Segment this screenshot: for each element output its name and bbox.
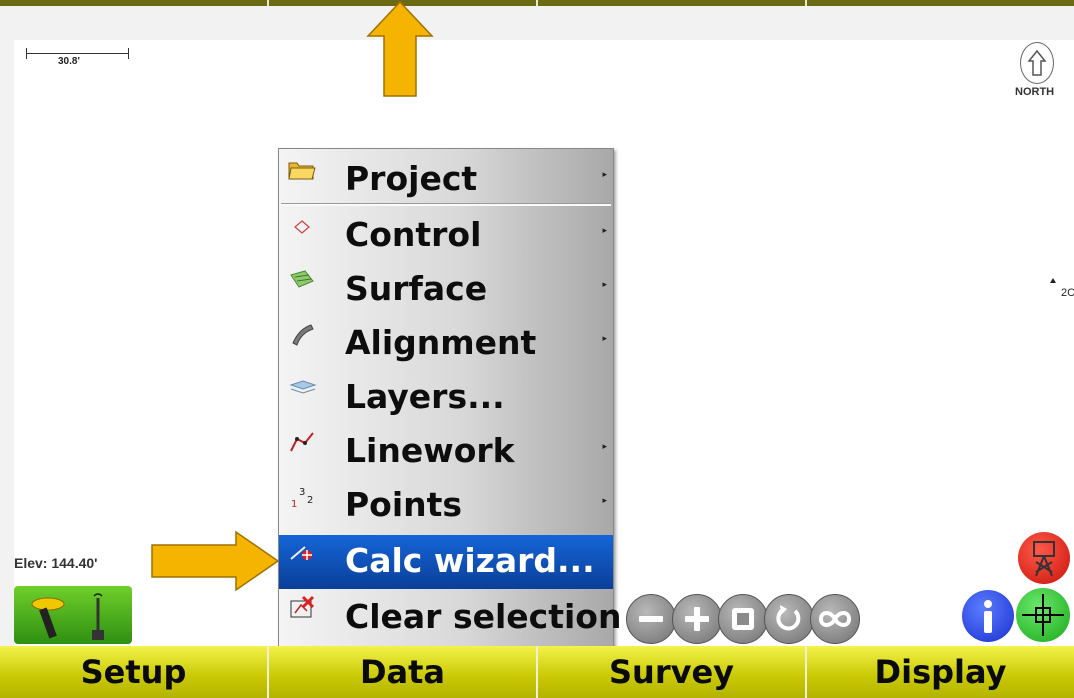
point-label: 2C (1061, 287, 1074, 299)
zoom-in-button[interactable] (672, 594, 722, 644)
submenu-arrow-icon: ▸ (602, 496, 607, 506)
menu-item-layers[interactable]: Layers... (279, 371, 613, 425)
menu-item-label: Points (345, 485, 463, 524)
menu-item-label: Alignment (345, 323, 537, 362)
menu-item-calc-wizard[interactable]: Calc wizard... (279, 535, 613, 589)
scale-bar: 30.8' (26, 48, 130, 67)
zoom-all-button[interactable] (810, 594, 860, 644)
menu-item-label: Surface (345, 269, 488, 308)
menu-item-label: Clear selection (345, 597, 622, 636)
menu-item-points[interactable]: 132 Points ▸ (279, 479, 613, 533)
layers-icon (285, 373, 319, 403)
svg-text:1: 1 (291, 499, 297, 510)
menu-item-project[interactable]: Project ▸ (279, 153, 613, 207)
nav-display-button[interactable]: Display (807, 646, 1074, 698)
nav-data-button[interactable]: Data (269, 646, 538, 698)
svg-text:3: 3 (299, 487, 305, 498)
nav-survey-button[interactable]: Survey (538, 646, 807, 698)
menu-separator (281, 203, 611, 206)
rotate-button[interactable] (764, 594, 814, 644)
top-strip-segment (0, 0, 269, 6)
control-point-icon (285, 211, 319, 241)
submenu-arrow-icon: ▸ (602, 226, 607, 236)
zoom-extents-icon (732, 608, 754, 630)
submenu-arrow-icon: ▸ (602, 170, 607, 180)
north-arrow: NORTH (1014, 42, 1074, 102)
nav-setup-button[interactable]: Setup (0, 646, 269, 698)
rover-icon (31, 597, 65, 639)
point-marker-icon (1050, 278, 1056, 283)
zoom-toolbar (626, 594, 906, 644)
menu-item-surface[interactable]: Surface ▸ (279, 263, 613, 317)
radio-antenna-icon (92, 593, 104, 640)
bottom-nav: Setup Data Survey Display (0, 646, 1074, 698)
menu-item-label: Layers... (345, 377, 505, 416)
north-label: NORTH (1015, 86, 1055, 98)
zoom-in-icon (685, 607, 709, 631)
top-strip-segment (269, 0, 538, 6)
crosshair-icon (1022, 594, 1064, 636)
menu-item-label: Project (345, 159, 478, 198)
scale-label: 30.8' (58, 56, 80, 67)
scale-bar-line (26, 53, 128, 54)
north-arrow-icon (1020, 42, 1054, 84)
scale-bar-tick (128, 48, 129, 59)
top-strip-segment (807, 0, 1074, 6)
menu-item-control[interactable]: Control ▸ (279, 209, 613, 263)
points-icon: 132 (285, 481, 319, 511)
submenu-arrow-icon: ▸ (602, 334, 607, 344)
menu-item-label: Linework (345, 431, 515, 470)
menu-item-clear-selection[interactable]: Clear selection (279, 591, 621, 645)
menu-item-label: Calc wizard... (345, 541, 595, 580)
menu-item-alignment[interactable]: Alignment ▸ (279, 317, 613, 371)
tripod-stop-icon (1033, 541, 1055, 577)
svg-text:2: 2 (307, 495, 313, 506)
surface-icon (285, 265, 319, 295)
zoom-all-icon (818, 611, 852, 627)
zoom-out-icon (639, 616, 663, 622)
center-target-button[interactable] (1016, 588, 1070, 642)
elevation-readout: Elev: 144.40' (14, 555, 98, 571)
linework-icon (285, 427, 319, 457)
gps-status-button[interactable] (14, 586, 132, 644)
clear-selection-icon (285, 593, 319, 623)
menu-item-linework[interactable]: Linework ▸ (279, 425, 613, 479)
info-icon (984, 600, 992, 633)
zoom-out-button[interactable] (626, 594, 676, 644)
submenu-arrow-icon: ▸ (602, 442, 607, 452)
calc-wizard-icon (285, 537, 319, 567)
zoom-extents-button[interactable] (718, 594, 768, 644)
top-toolbar-strip (0, 0, 1074, 6)
menu-item-label: Control (345, 215, 482, 254)
submenu-arrow-icon: ▸ (602, 280, 607, 290)
info-button[interactable] (962, 590, 1014, 642)
top-strip-segment (538, 0, 807, 6)
alignment-icon (285, 319, 319, 349)
scale-bar-tick (26, 48, 27, 59)
data-menu: Project ▸ Control ▸ Surface ▸ Alignment … (278, 148, 621, 648)
folder-icon (285, 155, 319, 185)
rotate-icon (776, 605, 801, 631)
stop-survey-button[interactable] (1018, 532, 1070, 584)
